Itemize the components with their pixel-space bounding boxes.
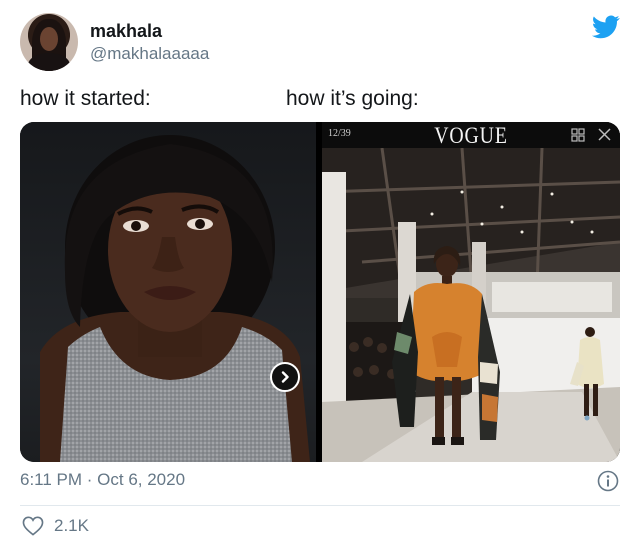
tweet-timestamp[interactable]: 6:11 PM · Oct 6, 2020: [20, 470, 185, 490]
close-icon[interactable]: [597, 127, 612, 142]
avatar-shoulders: [28, 53, 70, 71]
grid-icon[interactable]: [571, 128, 585, 142]
portrait-illustration: [40, 135, 310, 462]
footer-divider: [20, 505, 620, 506]
caption-how-it-started: how it started:: [20, 87, 151, 110]
author-name[interactable]: makhala: [90, 21, 162, 42]
next-image-button[interactable]: [270, 362, 300, 392]
vogue-logo: VOGUE: [434, 123, 508, 148]
vogue-header-bar: 12/39 VOGUE: [322, 122, 620, 148]
avatar[interactable]: [20, 13, 78, 71]
chevron-right-icon: [281, 371, 289, 383]
like-count[interactable]: 2.1K: [54, 516, 89, 536]
caption-how-its-going: how it’s going:: [286, 87, 419, 110]
tweet-card: makhala @makhalaaaaa how it started: how…: [0, 0, 640, 554]
twitter-bird-icon[interactable]: [592, 15, 620, 39]
author-handle[interactable]: @makhalaaaaa: [90, 44, 209, 64]
avatar-face: [40, 27, 58, 51]
tweet-media[interactable]: 12/39 VOGUE: [20, 122, 620, 462]
heart-icon[interactable]: [22, 516, 44, 536]
portrait-photo[interactable]: [20, 122, 316, 462]
info-icon[interactable]: [597, 470, 619, 492]
runway-photo[interactable]: 12/39 VOGUE: [322, 122, 620, 462]
runway-illustration: [322, 147, 620, 462]
